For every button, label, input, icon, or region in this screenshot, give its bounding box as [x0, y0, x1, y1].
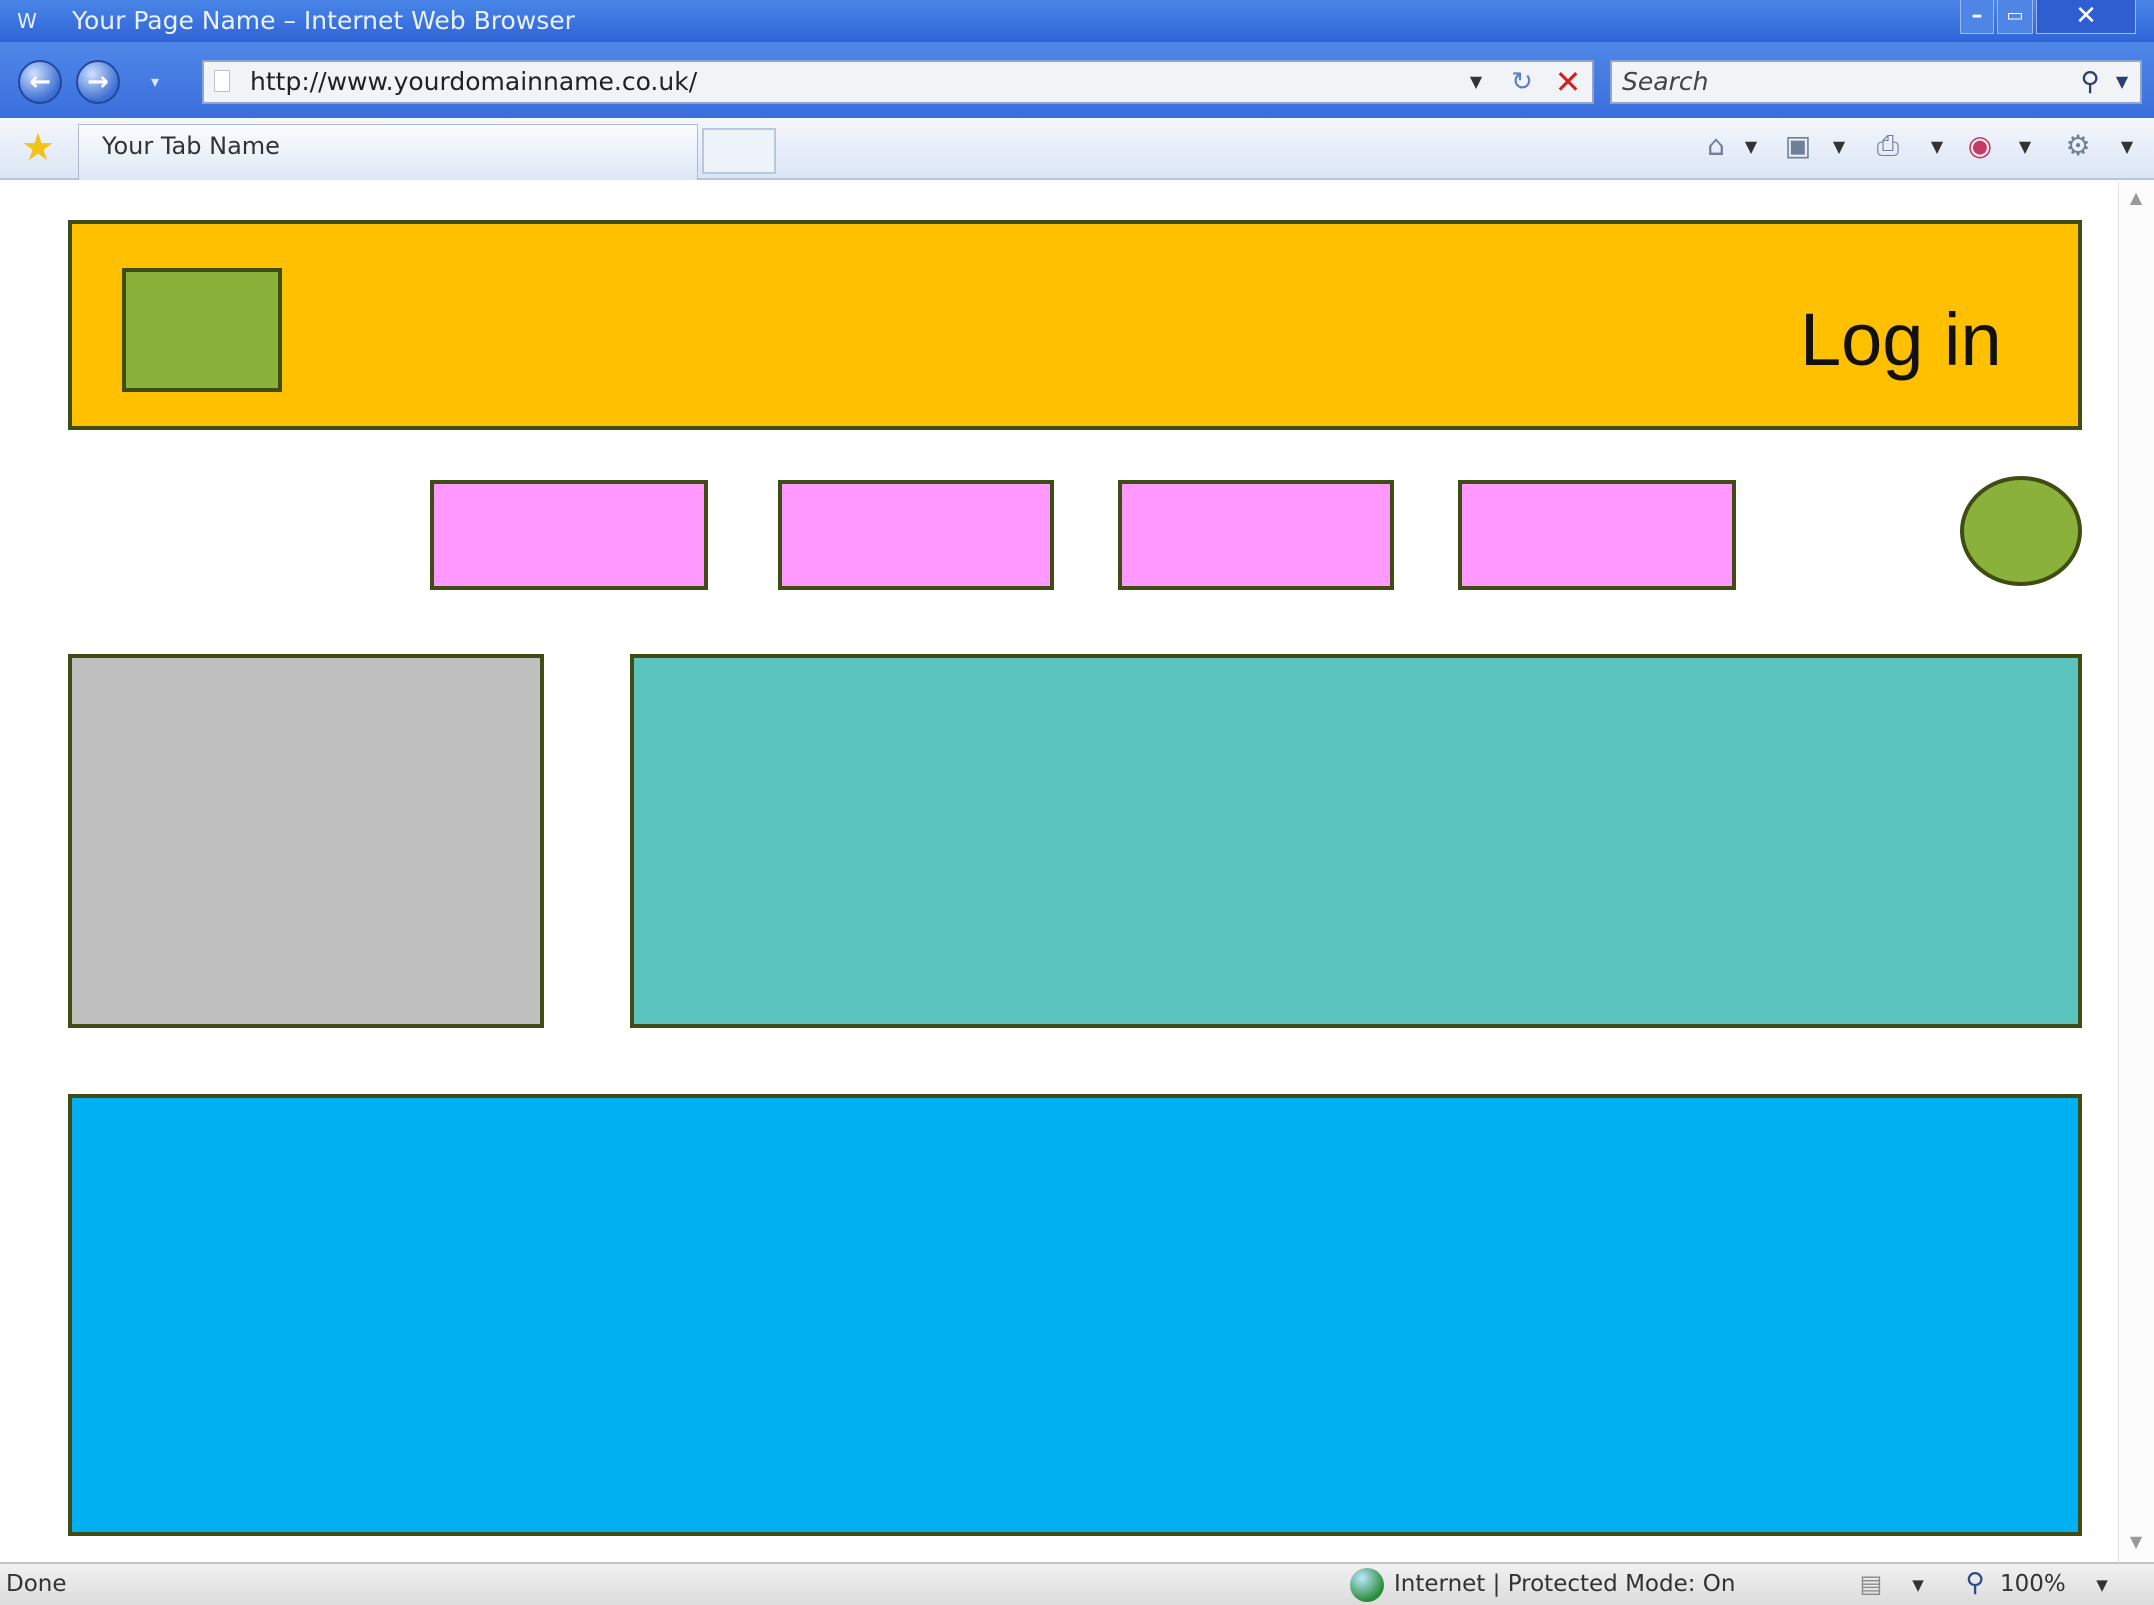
nav-circle-button[interactable]: [1960, 476, 2082, 586]
page-dropdown-icon[interactable]: ▼: [2014, 132, 2036, 162]
refresh-icon[interactable]: ↻: [1504, 64, 1540, 100]
home-dropdown-icon[interactable]: ▼: [1740, 132, 1762, 162]
address-dropdown-icon[interactable]: ▼: [1464, 66, 1488, 98]
nav-item-2[interactable]: [778, 480, 1054, 590]
page-icon: [214, 70, 230, 92]
scroll-up-icon[interactable]: ▲: [2124, 186, 2148, 210]
zoom-icon[interactable]: ⚲: [1958, 1566, 1992, 1600]
print-dropdown-icon[interactable]: ▼: [1926, 132, 1948, 162]
minimize-button[interactable]: –: [1960, 0, 1994, 34]
close-button[interactable]: ✕: [2036, 0, 2136, 34]
feeds-dropdown-icon[interactable]: ▼: [1828, 132, 1850, 162]
back-arrow-icon[interactable]: ←: [18, 60, 62, 104]
nav-item-1[interactable]: [430, 480, 708, 590]
page-menu-icon[interactable]: ◉: [1960, 126, 2000, 166]
login-link[interactable]: Log in: [1800, 290, 2002, 390]
forward-arrow-icon[interactable]: →: [76, 60, 120, 104]
security-zone-text[interactable]: Internet | Protected Mode: On: [1394, 1566, 1736, 1602]
lock-dropdown-icon[interactable]: ▼: [1908, 1570, 1928, 1600]
window-title: Your Page Name – Internet Web Browser: [72, 6, 575, 35]
site-header-banner: [68, 220, 2082, 430]
nav-item-4[interactable]: [1458, 480, 1736, 590]
tab-label[interactable]: Your Tab Name: [102, 128, 280, 164]
history-dropdown-icon[interactable]: ▾: [146, 70, 164, 94]
sidebar-panel: [68, 654, 544, 1028]
feeds-icon[interactable]: ▣: [1778, 126, 1818, 166]
tools-gear-icon[interactable]: ⚙: [2058, 126, 2098, 166]
lock-icon[interactable]: ▤: [1856, 1568, 1886, 1600]
tools-dropdown-icon[interactable]: ▼: [2116, 132, 2138, 162]
vertical-scrollbar[interactable]: [2118, 182, 2154, 1562]
footer-content-panel: [68, 1094, 2082, 1536]
search-placeholder[interactable]: Search: [1622, 63, 1708, 101]
home-icon[interactable]: ⌂: [1696, 126, 1736, 166]
zoom-dropdown-icon[interactable]: ▼: [2092, 1570, 2112, 1600]
zoom-level[interactable]: 100%: [2000, 1566, 2066, 1602]
main-content-panel: [630, 654, 2082, 1028]
search-icon[interactable]: ⚲: [2072, 64, 2108, 100]
scroll-down-icon[interactable]: ▼: [2124, 1530, 2148, 1554]
favorites-star-icon[interactable]: ★: [16, 124, 60, 170]
print-icon[interactable]: ⎙: [1868, 126, 1908, 166]
stop-icon[interactable]: ✕: [1548, 64, 1588, 100]
site-logo-placeholder[interactable]: [122, 268, 282, 392]
browser-app-icon[interactable]: W: [10, 8, 44, 34]
search-dropdown-icon[interactable]: ▼: [2110, 66, 2134, 98]
status-bar: [0, 1562, 2154, 1605]
address-url[interactable]: http://www.yourdomainname.co.uk/: [250, 63, 697, 101]
new-tab-button[interactable]: [702, 128, 776, 174]
status-text: Done: [6, 1571, 67, 1597]
nav-item-3[interactable]: [1118, 480, 1394, 590]
maximize-button[interactable]: ▭: [1997, 0, 2033, 34]
internet-zone-globe-icon: [1350, 1568, 1384, 1602]
